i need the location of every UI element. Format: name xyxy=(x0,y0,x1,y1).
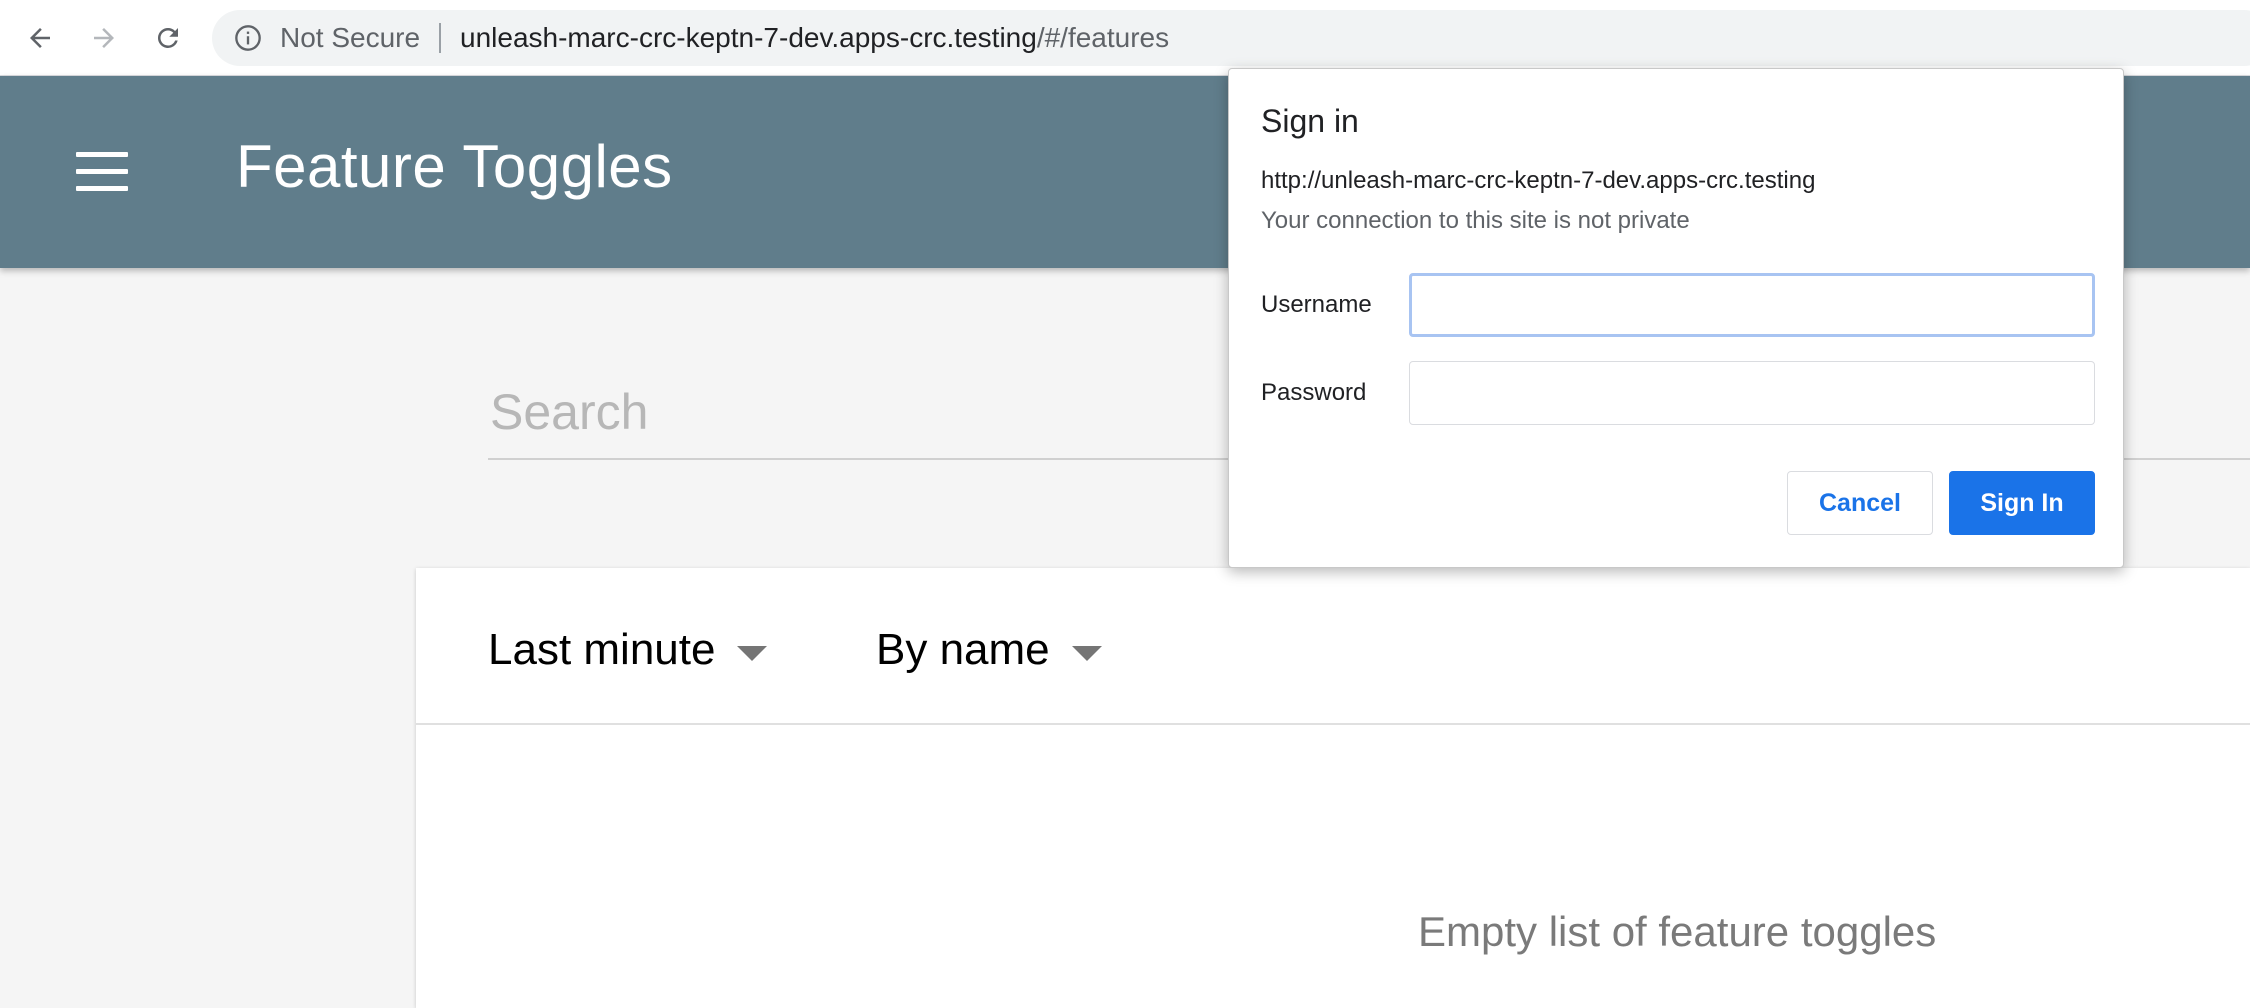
sort-dropdown[interactable]: By name xyxy=(876,620,1102,680)
username-label: Username xyxy=(1261,291,1372,318)
caret-down-icon xyxy=(1071,645,1102,661)
feature-list-card: Last minute By name Empty list of featur… xyxy=(416,568,2250,1008)
caret-down-icon xyxy=(737,645,768,661)
password-field[interactable] xyxy=(1409,361,2095,425)
security-status-label[interactable]: Not Secure xyxy=(280,10,420,66)
arrow-right-icon xyxy=(94,28,114,48)
sort-label: By name xyxy=(876,625,1050,674)
dialog-url: http://unleash-marc-crc-keptn-7-dev.apps… xyxy=(1261,167,1816,194)
omnibox-divider xyxy=(439,23,441,53)
cancel-button[interactable]: Cancel xyxy=(1787,471,1933,535)
list-toolbar: Last minute By name xyxy=(416,568,2250,725)
password-label: Password xyxy=(1261,379,1367,406)
url-path: /#/features xyxy=(1036,22,1170,53)
time-filter-dropdown[interactable]: Last minute xyxy=(488,620,768,680)
dialog-title: Sign in xyxy=(1261,103,1359,139)
page-title: Feature Toggles xyxy=(236,133,673,200)
reload-button[interactable] xyxy=(148,18,188,58)
username-field[interactable] xyxy=(1409,273,2095,337)
hamburger-menu-icon[interactable] xyxy=(72,150,132,194)
back-button[interactable] xyxy=(20,18,60,58)
sign-in-button[interactable]: Sign In xyxy=(1949,471,2095,535)
info-circle-icon[interactable] xyxy=(234,24,262,52)
time-filter-label: Last minute xyxy=(488,625,716,674)
reload-icon xyxy=(157,27,178,48)
dialog-warning: Your connection to this site is not priv… xyxy=(1261,207,1690,234)
sign-in-dialog: Sign in http://unleash-marc-crc-keptn-7-… xyxy=(1228,68,2124,568)
empty-list-message: Empty list of feature toggles xyxy=(1418,908,1937,955)
browser-toolbar: Not Secure unleash-marc-crc-keptn-7-dev.… xyxy=(0,0,2250,76)
address-bar[interactable]: Not Secure unleash-marc-crc-keptn-7-dev.… xyxy=(212,10,2250,66)
forward-button[interactable] xyxy=(84,18,124,58)
arrow-left-icon xyxy=(30,28,50,48)
url-text[interactable]: unleash-marc-crc-keptn-7-dev.apps-crc.te… xyxy=(460,10,1169,66)
url-host: unleash-marc-crc-keptn-7-dev.apps-crc.te… xyxy=(460,22,1037,53)
